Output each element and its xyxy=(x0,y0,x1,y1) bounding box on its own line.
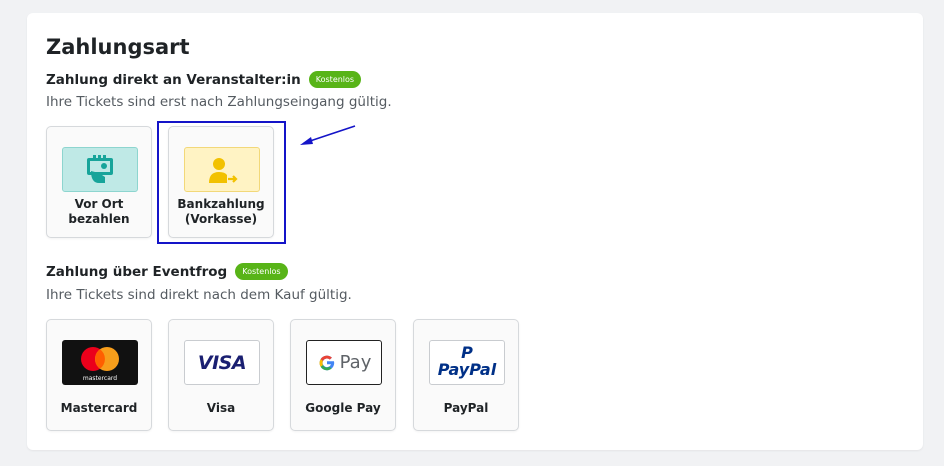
paypal-icon: P PayPal xyxy=(429,340,505,385)
google-pay-logo-text: Pay xyxy=(339,352,372,373)
section-organizer-heading: Zahlung direkt an Veranstalter:in Kosten… xyxy=(46,71,362,88)
payment-method-card: Zahlungsart Zahlung direkt an Veranstalt… xyxy=(27,13,923,450)
free-badge: Kostenlos xyxy=(235,263,288,280)
option-label: Vor Ort bezahlen xyxy=(68,197,130,226)
option-google-pay[interactable]: Pay Google Pay xyxy=(290,319,396,431)
free-badge: Kostenlos xyxy=(308,71,362,88)
google-pay-icon: Pay xyxy=(306,340,382,385)
paypal-logo-text: PayPal xyxy=(437,359,497,379)
section-eventfrog-title: Zahlung über Eventfrog xyxy=(46,263,228,280)
option-mastercard[interactable]: mastercard Mastercard xyxy=(46,319,152,431)
option-pay-on-site[interactable]: Vor Ort bezahlen xyxy=(46,126,152,238)
option-paypal[interactable]: P PayPal PayPal xyxy=(413,319,519,431)
option-visa[interactable]: VISA Visa xyxy=(168,319,274,431)
section-organizer-title: Zahlung direkt an Veranstalter:in xyxy=(46,71,301,88)
option-label: Visa xyxy=(206,401,236,415)
option-label: PayPal xyxy=(443,401,489,415)
selection-highlight-box xyxy=(157,121,286,244)
section-eventfrog-heading: Zahlung über Eventfrog Kostenlos xyxy=(46,263,288,280)
section-eventfrog-description: Ihre Tickets sind direkt nach dem Kauf g… xyxy=(46,287,352,303)
mastercard-logo-text: mastercard xyxy=(83,375,117,382)
visa-logo-text: VISA xyxy=(197,351,247,374)
option-label: Google Pay xyxy=(305,401,381,415)
paypal-p-icon: P xyxy=(461,342,473,362)
page-title: Zahlungsart xyxy=(46,35,190,59)
option-label: Mastercard xyxy=(60,401,138,415)
pointer-arrow-icon xyxy=(300,125,356,145)
mastercard-icon: mastercard xyxy=(62,340,138,385)
section-organizer-description: Ihre Tickets sind erst nach Zahlungseing… xyxy=(46,94,392,110)
google-g-icon xyxy=(319,355,334,370)
visa-icon: VISA xyxy=(184,340,260,385)
pay-on-site-icon xyxy=(62,147,138,192)
